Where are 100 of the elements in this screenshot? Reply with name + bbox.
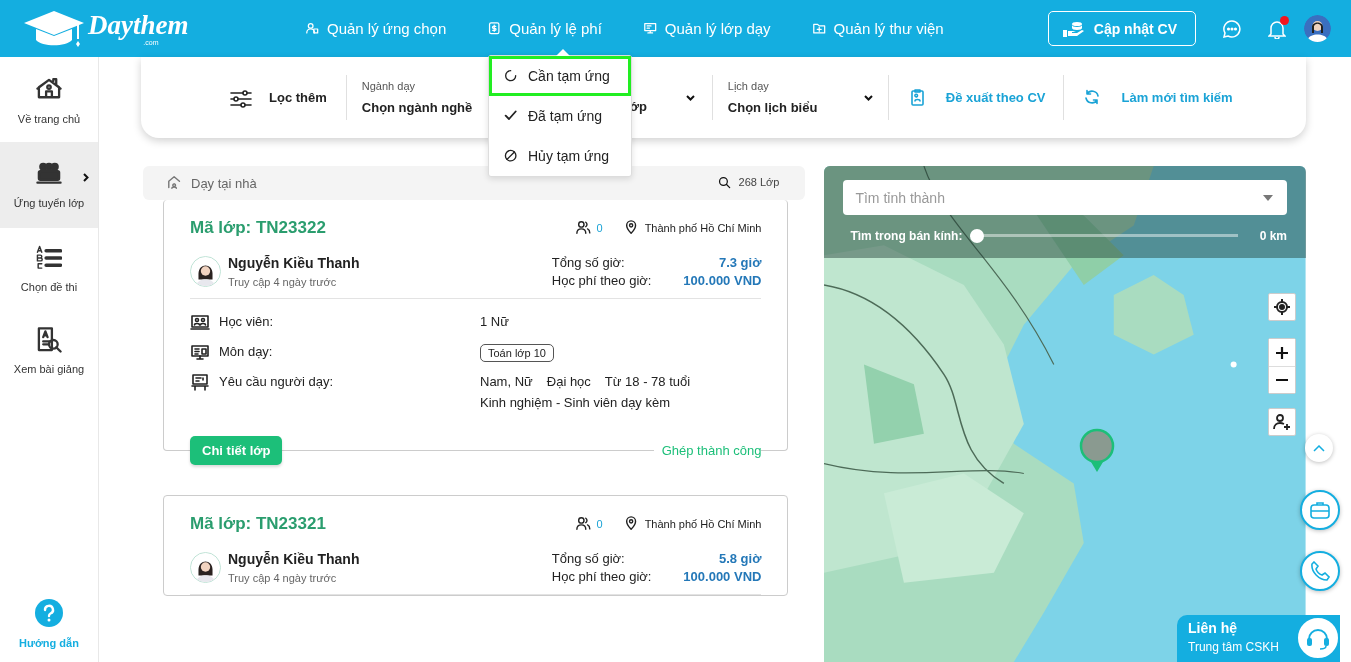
search-icon [717, 176, 732, 191]
category-label: Dạy tại nhà [191, 175, 257, 191]
contact-button[interactable]: Liên hệ Trung tâm CSKH [1177, 615, 1340, 662]
menu-item[interactable]: Cần tạm ứng [489, 56, 631, 96]
stat-label: Học phí theo giờ: [551, 569, 652, 584]
contact-title: Liên hệ [1188, 620, 1238, 636]
avatar [190, 552, 221, 583]
select-value: Chọn ngành nghề [361, 100, 473, 115]
chevron-right-icon [83, 173, 89, 182]
locate-button[interactable] [1268, 293, 1296, 321]
last-seen: Truy cập 4 ngày trước [228, 276, 338, 288]
detail-value: 1 Nữ [480, 314, 509, 331]
nav-link[interactable]: Quản lý thư viện [812, 20, 944, 37]
sidebar-item[interactable]: Về trang chủ [0, 60, 98, 142]
users-icon [306, 21, 320, 36]
nav-link[interactable]: Quản lý lệ phí [488, 20, 602, 37]
filter-icon [230, 87, 252, 108]
more-filters-button[interactable]: Lọc thêm [230, 75, 346, 120]
help-link[interactable]: Hướng dẫn [19, 637, 79, 649]
menu-item[interactable]: Đã tạm ứng [489, 96, 631, 136]
nav-link[interactable]: Quản lý lớp dạy [643, 20, 771, 37]
monitor-icon [643, 21, 658, 36]
menu-item[interactable]: Hủy tạm ứng [489, 136, 631, 176]
sidebar-item[interactable]: Chọn đề thi [0, 228, 98, 310]
prohibited-icon [504, 148, 519, 164]
select-label: Ngành dạy [361, 80, 416, 92]
phone-icon [1310, 561, 1330, 581]
subject-tag: Toán lớp 10 [480, 344, 554, 362]
hand-coins-icon [1062, 20, 1085, 37]
caret-icon [1263, 194, 1273, 201]
sidebar-item[interactable]: Ứng tuyển lớp [0, 142, 98, 228]
chevron-up-icon [1313, 444, 1325, 452]
folder-icon [812, 21, 827, 36]
stat-value: 5.8 giờ [717, 551, 762, 566]
action-link[interactable]: Làm mới tìm kiếm [1064, 75, 1251, 120]
phone-button[interactable] [1300, 551, 1340, 591]
action-link[interactable]: Đề xuất theo CV [888, 75, 1064, 120]
students-icon [190, 314, 210, 332]
detail-value: Từ 18 - 78 tuổi [604, 374, 691, 389]
dollar-icon [488, 21, 503, 36]
detail-label: Yêu cầu người dạy: [219, 374, 334, 389]
people-icon [575, 516, 592, 532]
zoom-out-button[interactable] [1269, 366, 1295, 393]
stat-value: 7.3 giờ [717, 255, 762, 270]
house-icon [167, 175, 183, 191]
location-text: Thành phố Hồ Chí Minh [644, 518, 762, 530]
plus-icon [1276, 346, 1288, 359]
avatar [190, 256, 221, 287]
stat-value: 100.000 VND [682, 273, 762, 288]
detail-value: Đại học [546, 374, 591, 389]
detail-value: Nam, Nữ [480, 374, 533, 389]
clipboard-icon [908, 88, 927, 107]
student-name: Nguyễn Kiều Thanh [228, 255, 360, 271]
add-person-icon [1273, 413, 1291, 431]
map-marker-icon[interactable] [1079, 428, 1116, 474]
presentation-icon [190, 374, 210, 392]
detail-label: Môn dạy: [219, 344, 273, 359]
contact-subtitle: Trung tâm CSKH [1188, 640, 1280, 654]
graduation-cap-icon [22, 8, 86, 49]
detail-value: Kinh nghiệm - Sinh viên dạy kèm [480, 395, 672, 410]
briefcase-button[interactable] [1300, 490, 1340, 530]
document-search-icon [36, 327, 62, 353]
monitor-icon [190, 344, 210, 362]
spinner-icon [504, 68, 519, 84]
help-icon[interactable] [35, 599, 63, 627]
detail-label: Học viên: [219, 314, 274, 329]
nav-link[interactable]: Quản lý ứng chọn [306, 20, 447, 37]
people-icon [575, 220, 592, 236]
applicant-count: 0 [596, 518, 603, 530]
radius-value: 0 km [1259, 229, 1287, 243]
select-field[interactable]: Lịch dạy Chọn lịch biểu [712, 75, 888, 120]
last-seen: Truy cập 4 ngày trước [228, 572, 338, 584]
select-value: Chọn lịch biểu [727, 100, 818, 115]
applicant-count: 0 [596, 222, 603, 234]
bell-icon[interactable] [1268, 18, 1286, 39]
class-code: Mã lớp: TN23322 [190, 218, 326, 238]
select-label: Lịch dạy [727, 80, 770, 92]
class-detail-button[interactable]: Chi tiết lớp [190, 436, 283, 465]
result-count: 268 Lớp [717, 175, 780, 191]
add-person-button[interactable] [1268, 408, 1296, 436]
province-search-field[interactable]: Tìm tỉnh thành [843, 180, 1287, 215]
location-text: Thành phố Hồ Chí Minh [644, 222, 762, 234]
list-icon [36, 245, 62, 271]
stat-label: Học phí theo giờ: [551, 273, 652, 288]
chat-icon[interactable] [1222, 18, 1242, 39]
briefcase-icon [1310, 501, 1330, 519]
stat-value: 100.000 VND [682, 569, 762, 584]
sidebar-item[interactable]: Xem bài giảng [0, 310, 98, 392]
student-name: Nguyễn Kiều Thanh [228, 551, 360, 567]
stat-label: Tổng số giờ: [551, 255, 626, 270]
logo-text[interactable]: Daythem [88, 11, 189, 39]
match-status: Ghép thành công [653, 443, 762, 458]
group-icon [36, 161, 62, 187]
class-code: Mã lớp: TN23321 [190, 514, 326, 534]
minus-icon [1276, 379, 1288, 381]
radius-label: Tìm trong bán kính: [850, 229, 963, 243]
update-cv-button[interactable]: Cập nhật CV [1047, 11, 1196, 46]
crosshair-icon [1273, 298, 1291, 316]
avatar[interactable] [1304, 15, 1331, 42]
stat-label: Tổng số giờ: [551, 551, 626, 566]
